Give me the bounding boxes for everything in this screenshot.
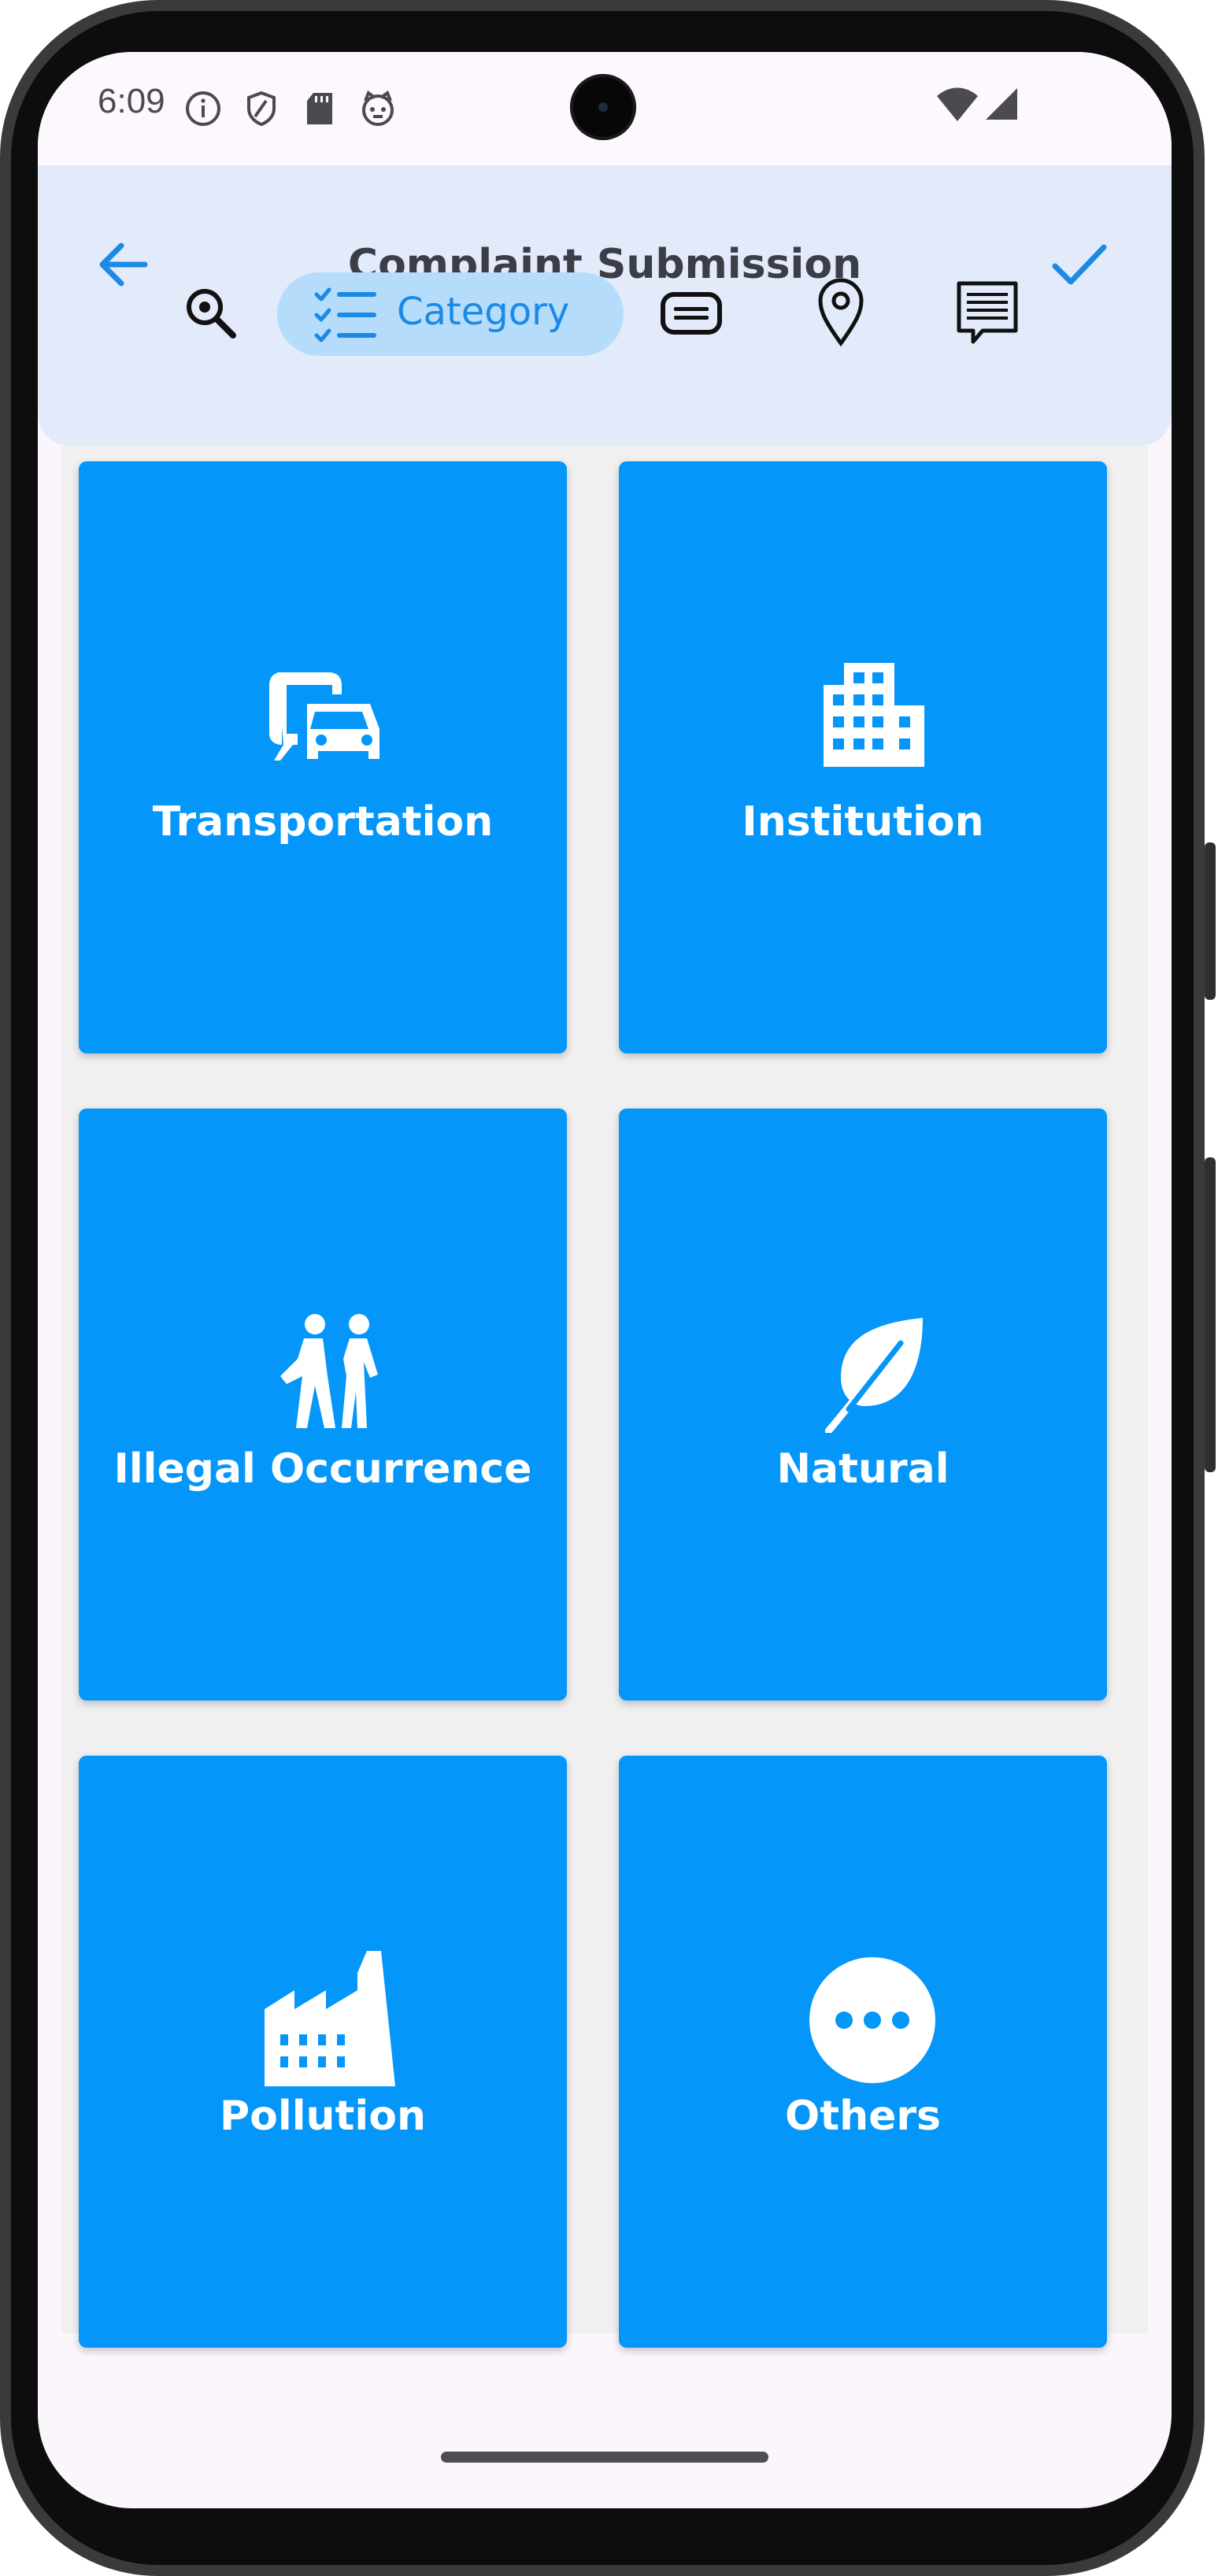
status-time: 6:09	[98, 82, 165, 120]
shield-icon	[247, 91, 276, 127]
transportation-icon	[269, 672, 379, 761]
phone-frame: 6:09 Complaint Submission Category Trans…	[0, 0, 1218, 2576]
category-grid: Transportation Institution Illegal Occur…	[61, 446, 1148, 2348]
info-icon	[186, 91, 220, 126]
checklist-icon	[314, 287, 376, 342]
front-camera	[570, 74, 636, 140]
cat-face-icon	[362, 90, 394, 126]
screen: 6:09 Complaint Submission Category Trans…	[38, 52, 1172, 2508]
tab-category[interactable]: Category	[277, 272, 624, 356]
summary-icon	[957, 281, 1018, 344]
category-label: Transportation	[152, 798, 494, 846]
tab-category-label: Category	[397, 290, 570, 334]
category-label: Institution	[742, 798, 984, 846]
category-institution[interactable]: Institution	[619, 461, 1107, 1053]
home-indicator[interactable]	[441, 2452, 768, 2463]
category-transportation[interactable]: Transportation	[79, 461, 567, 1053]
category-illegal-occurrence[interactable]: Illegal Occurrence	[79, 1108, 567, 1701]
tab-location[interactable]	[794, 271, 888, 356]
category-label: Illegal Occurrence	[113, 1445, 532, 1493]
building-icon	[824, 663, 924, 767]
category-label: Natural	[776, 1445, 950, 1493]
more-dots-icon	[809, 1957, 935, 2083]
location-pin-icon	[818, 278, 864, 347]
volume-button	[1205, 1157, 1216, 1472]
wifi-icon	[937, 87, 978, 121]
tab-search[interactable]	[164, 271, 258, 356]
signal-icon	[986, 88, 1017, 120]
category-others[interactable]: Others	[619, 1756, 1107, 2348]
status-bar: 6:09	[38, 52, 1172, 165]
check-icon[interactable]	[1047, 233, 1110, 296]
category-pollution[interactable]: Pollution	[79, 1756, 567, 2348]
tab-detail[interactable]	[646, 271, 740, 356]
leaf-icon	[825, 1318, 923, 1433]
tab-summary[interactable]	[940, 271, 1035, 356]
factory-icon	[265, 1951, 395, 2086]
people-walking-icon	[280, 1314, 378, 1428]
detail-icon	[661, 292, 722, 335]
power-button	[1205, 842, 1216, 1000]
category-label: Pollution	[220, 2093, 426, 2140]
sd-card-icon	[307, 93, 332, 124]
category-label: Others	[785, 2093, 941, 2140]
search-icon	[187, 289, 236, 339]
category-natural[interactable]: Natural	[619, 1108, 1107, 1701]
